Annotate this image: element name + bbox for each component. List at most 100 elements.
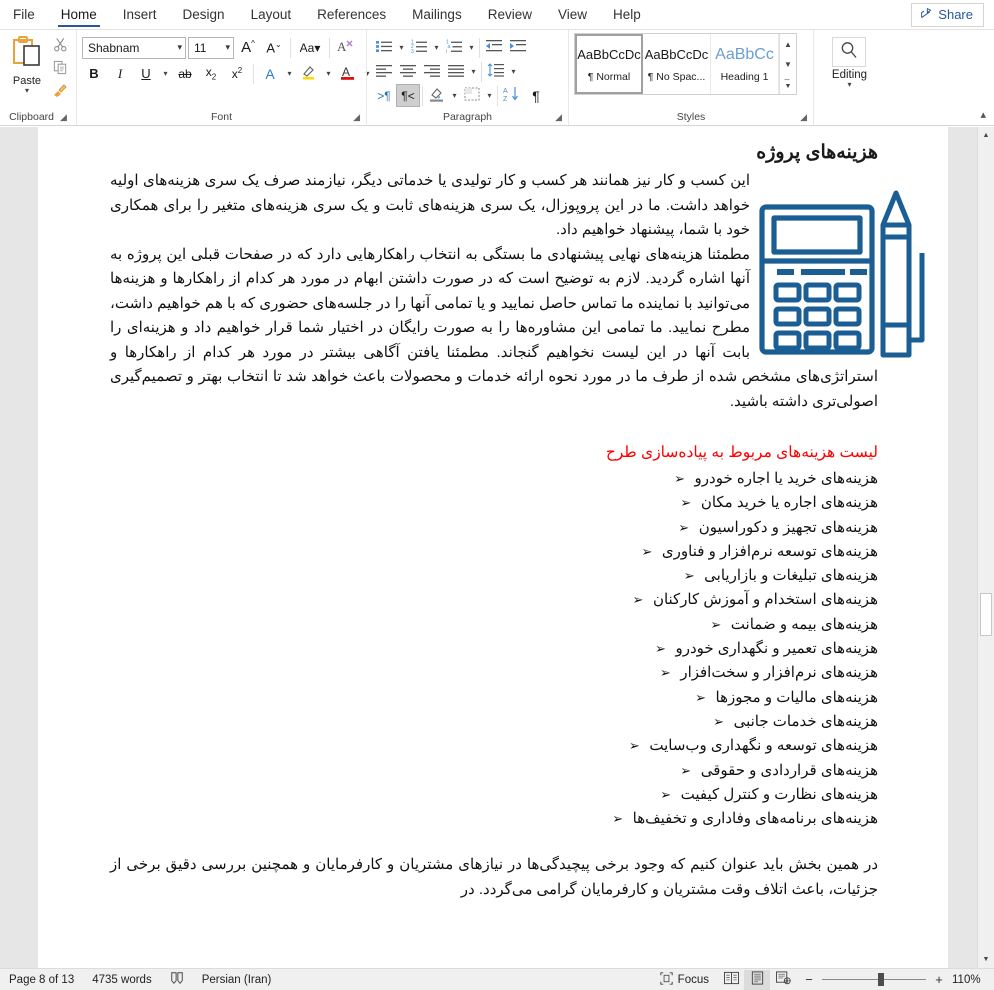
dialog-launcher-icon[interactable]: ◢ <box>800 113 807 122</box>
collapse-ribbon-icon: ▴ <box>980 109 986 121</box>
tab-insert[interactable]: Insert <box>110 0 170 29</box>
numbering-options-button[interactable]: ▾ <box>431 36 442 59</box>
text-effects-options-button[interactable]: ▾ <box>284 62 295 85</box>
chevron-down-icon[interactable]: ▾ <box>25 87 29 95</box>
justify-options-button[interactable]: ▾ <box>468 60 479 83</box>
subscript-button[interactable]: x2 <box>199 62 223 85</box>
paste-button[interactable]: Paste ▾ <box>5 33 49 95</box>
tab-layout[interactable]: Layout <box>238 0 305 29</box>
scrollbar-thumb[interactable] <box>980 593 992 636</box>
dialog-launcher-icon[interactable]: ◢ <box>555 113 562 122</box>
increase-indent-button[interactable] <box>506 36 530 59</box>
tab-label: Mailings <box>412 7 462 22</box>
zoom-out-button[interactable]: − <box>804 972 814 987</box>
decrease-indent-button[interactable] <box>482 36 506 59</box>
dialog-launcher-icon[interactable]: ◢ <box>353 113 360 122</box>
line-spacing-button[interactable] <box>484 60 508 83</box>
chevron-down-icon[interactable]: ▾ <box>847 81 851 89</box>
font-size-combo[interactable]: 11 ▾ <box>188 37 234 59</box>
numbering-button[interactable]: 123 <box>407 36 431 59</box>
align-right-button[interactable] <box>420 60 444 83</box>
underline-button[interactable]: U <box>134 62 158 85</box>
underline-options-button[interactable]: ▾ <box>160 62 171 85</box>
chevron-down-icon: ▾ <box>469 43 473 52</box>
bullets-options-button[interactable]: ▾ <box>396 36 407 59</box>
read-mode-button[interactable] <box>718 970 744 990</box>
style-item-no-spacing[interactable]: AaBbCcDc ¶ No Spac... <box>643 34 711 94</box>
tab-home[interactable]: Home <box>48 0 110 29</box>
font-color-icon: A <box>339 64 357 84</box>
text-highlight-button[interactable] <box>297 62 321 85</box>
web-layout-button[interactable] <box>770 970 796 990</box>
gallery-scroll-down-button[interactable]: ▼ <box>780 54 796 74</box>
multilevel-list-button[interactable]: 1ai <box>442 36 466 59</box>
dialog-launcher-icon[interactable]: ◢ <box>60 113 67 122</box>
tab-mailings[interactable]: Mailings <box>399 0 475 29</box>
cut-button[interactable] <box>49 36 71 57</box>
gallery-more-button[interactable]: ─▼ <box>780 74 796 94</box>
bullets-button[interactable] <box>372 36 396 59</box>
share-button[interactable]: Share <box>911 3 984 27</box>
page-indicator[interactable]: Page 8 of 13 <box>0 969 83 990</box>
scroll-up-button[interactable]: ▲ <box>978 127 994 144</box>
proofing-status[interactable] <box>161 969 193 990</box>
zoom-in-button[interactable]: + <box>934 972 944 987</box>
multilevel-options-button[interactable]: ▾ <box>466 36 477 59</box>
tab-view[interactable]: View <box>545 0 600 29</box>
right-to-left-button[interactable]: ¶< <box>396 84 420 107</box>
print-layout-button[interactable] <box>744 970 770 990</box>
tab-review[interactable]: Review <box>475 0 545 29</box>
style-item-normal[interactable]: AaBbCcDc ¶ Normal <box>575 34 643 94</box>
ribbon-group-font: Shabnam ▾ 11 ▾ A^ A⌄ Aa▾ A <box>76 30 366 125</box>
text-effects-button[interactable]: A <box>258 62 282 85</box>
copy-button[interactable] <box>49 59 71 80</box>
tab-references[interactable]: References <box>304 0 399 29</box>
bold-button[interactable]: B <box>82 62 106 85</box>
shading-button[interactable] <box>425 84 449 107</box>
focus-mode-button[interactable]: Focus <box>651 969 718 990</box>
show-formatting-marks-button[interactable]: ¶ <box>524 84 548 107</box>
clear-formatting-button[interactable]: A <box>334 36 358 59</box>
format-painter-button[interactable] <box>49 82 71 103</box>
sort-button[interactable]: AZ <box>500 84 524 107</box>
tab-file[interactable]: File <box>0 0 48 29</box>
tab-design[interactable]: Design <box>170 0 238 29</box>
font-color-button[interactable]: A <box>336 62 360 85</box>
grow-font-button[interactable]: A^ <box>236 36 260 59</box>
shading-options-button[interactable]: ▾ <box>449 84 460 107</box>
borders-options-button[interactable]: ▾ <box>484 84 495 107</box>
editing-button[interactable]: Editing ▾ <box>832 33 867 89</box>
line-spacing-options-button[interactable]: ▾ <box>508 60 519 83</box>
zoom-level-label[interactable]: 110% <box>952 974 986 986</box>
superscript-button[interactable]: x2 <box>225 62 249 85</box>
strikethrough-button[interactable]: ab <box>173 62 197 85</box>
list-item: هزینه‌های تعمیر و نگهداری خودرو➢ <box>110 637 878 661</box>
zoom-slider-thumb[interactable] <box>878 973 884 986</box>
tab-label: Review <box>488 7 532 22</box>
vertical-scrollbar[interactable]: ▲ ▼ <box>977 127 994 968</box>
justify-button[interactable] <box>444 60 468 83</box>
highlight-options-button[interactable]: ▾ <box>323 62 334 85</box>
language-label: Persian (Iran) <box>202 974 272 986</box>
numbering-icon: 123 <box>411 39 428 57</box>
shrink-font-icon: A⌄ <box>266 40 281 55</box>
document-page[interactable]: هزینه‌های پروژه <box>38 127 948 968</box>
zoom-slider[interactable] <box>822 979 926 980</box>
word-count[interactable]: 4735 words <box>83 969 160 990</box>
align-center-button[interactable] <box>396 60 420 83</box>
tab-help[interactable]: Help <box>600 0 654 29</box>
style-item-heading-1[interactable]: AaBbCс Heading 1 <box>711 34 779 94</box>
language-indicator[interactable]: Persian (Iran) <box>193 969 281 990</box>
borders-button[interactable] <box>460 84 484 107</box>
font-row-bottom: B I U ▾ ab x2 x2 A ▾ ▾ <box>82 62 373 85</box>
italic-button[interactable]: I <box>108 62 132 85</box>
gallery-scroll-up-button[interactable]: ▲ <box>780 34 796 54</box>
change-case-button[interactable]: Aa▾ <box>295 36 325 59</box>
collapse-ribbon-button[interactable]: ▴ <box>980 108 986 121</box>
shrink-font-button[interactable]: A⌄ <box>262 36 286 59</box>
align-left-button[interactable] <box>372 60 396 83</box>
font-name-combo[interactable]: Shabnam ▾ <box>82 37 186 59</box>
left-to-right-button[interactable]: >¶ <box>372 84 396 107</box>
scroll-down-button[interactable]: ▼ <box>978 951 994 968</box>
arrow-bullet-icon: ➢ <box>669 516 699 540</box>
